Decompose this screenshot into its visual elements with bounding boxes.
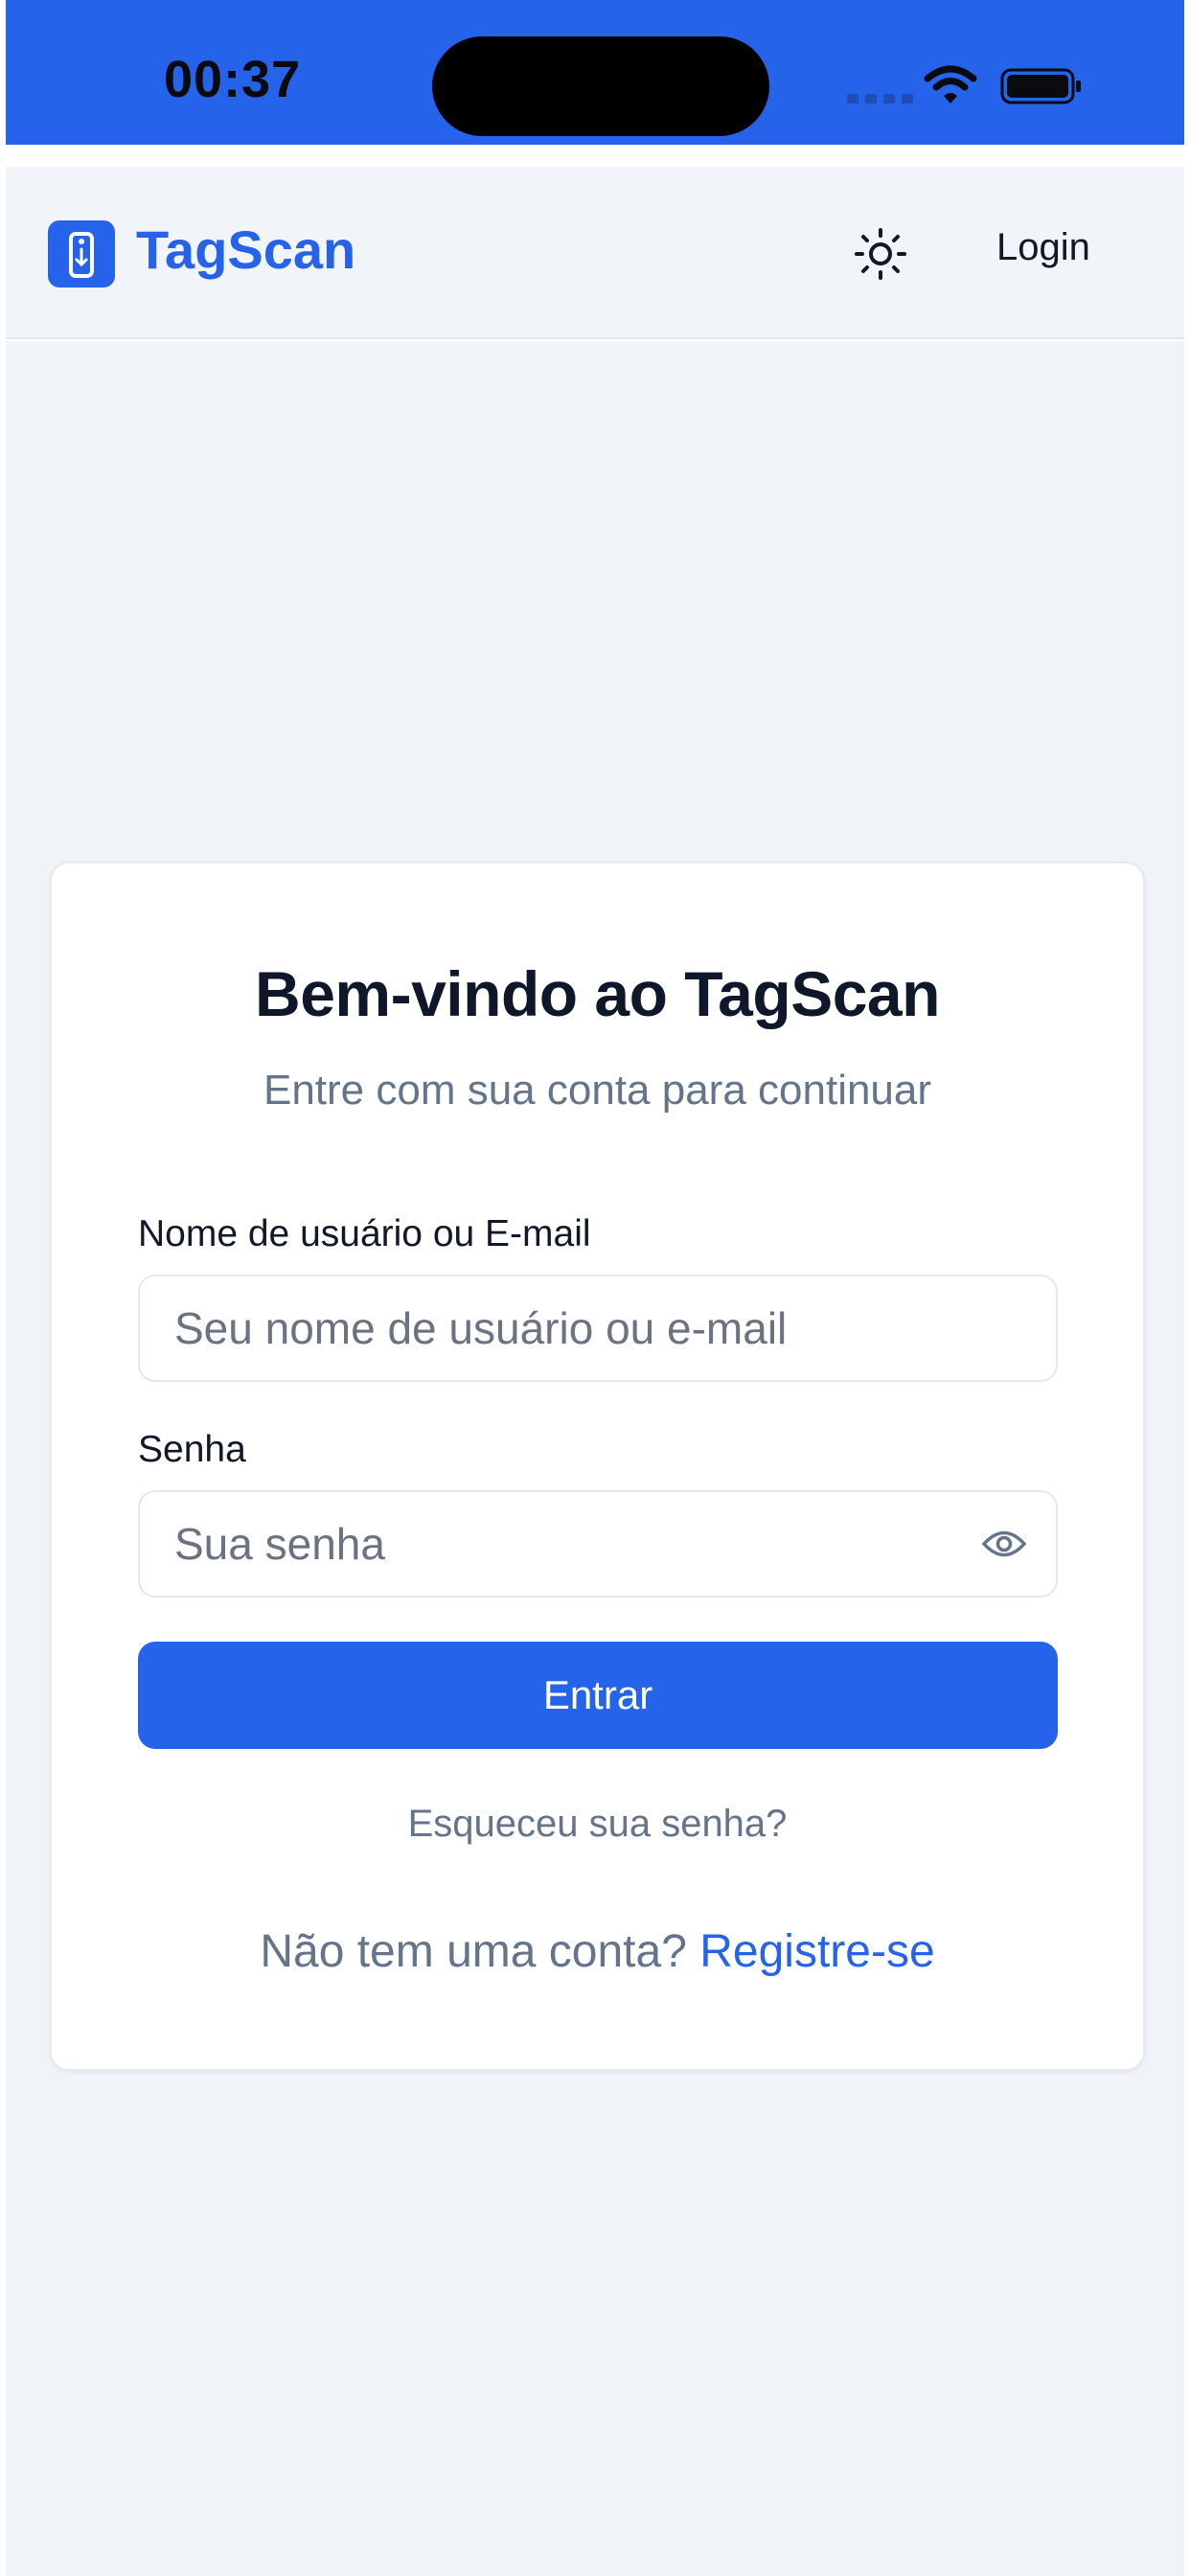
register-row: Não tem uma conta? Registre-se — [52, 1925, 1143, 1978]
password-input[interactable] — [138, 1490, 1058, 1598]
app-logo-text[interactable]: TagScan — [136, 218, 355, 281]
sun-icon — [855, 228, 906, 280]
username-label: Nome de usuário ou E-mail — [138, 1213, 591, 1254]
tag-icon — [48, 220, 115, 288]
cellular-signal-icon — [847, 94, 913, 104]
login-title: Bem-vindo ao TagScan — [255, 958, 940, 1029]
header-login-link[interactable]: Login — [996, 226, 1090, 269]
register-link[interactable]: Registre-se — [699, 1926, 934, 1977]
wifi-icon — [924, 65, 977, 104]
password-label: Senha — [138, 1429, 246, 1470]
page: 00:37 TagScan Login Bem-vindo ao TagScan… — [0, 0, 1190, 2576]
username-input[interactable] — [138, 1275, 1058, 1382]
dynamic-island — [432, 36, 769, 136]
theme-toggle-button[interactable] — [851, 224, 910, 284]
login-card: Bem-vindo ao TagScan Entre com sua conta… — [50, 862, 1145, 2071]
app-header: TagScan Login — [6, 167, 1184, 339]
battery-icon — [1000, 68, 1081, 104]
login-subtitle: Entre com sua conta para continuar — [263, 1067, 932, 1114]
submit-button[interactable]: Entrar — [138, 1642, 1058, 1749]
eye-icon[interactable] — [981, 1523, 1027, 1565]
register-prompt: Não tem uma conta? — [260, 1926, 700, 1977]
status-bar: 00:37 — [6, 0, 1184, 145]
status-time: 00:37 — [164, 51, 302, 108]
forgot-password-link[interactable]: Esqueceu sua senha? — [52, 1803, 1143, 1846]
